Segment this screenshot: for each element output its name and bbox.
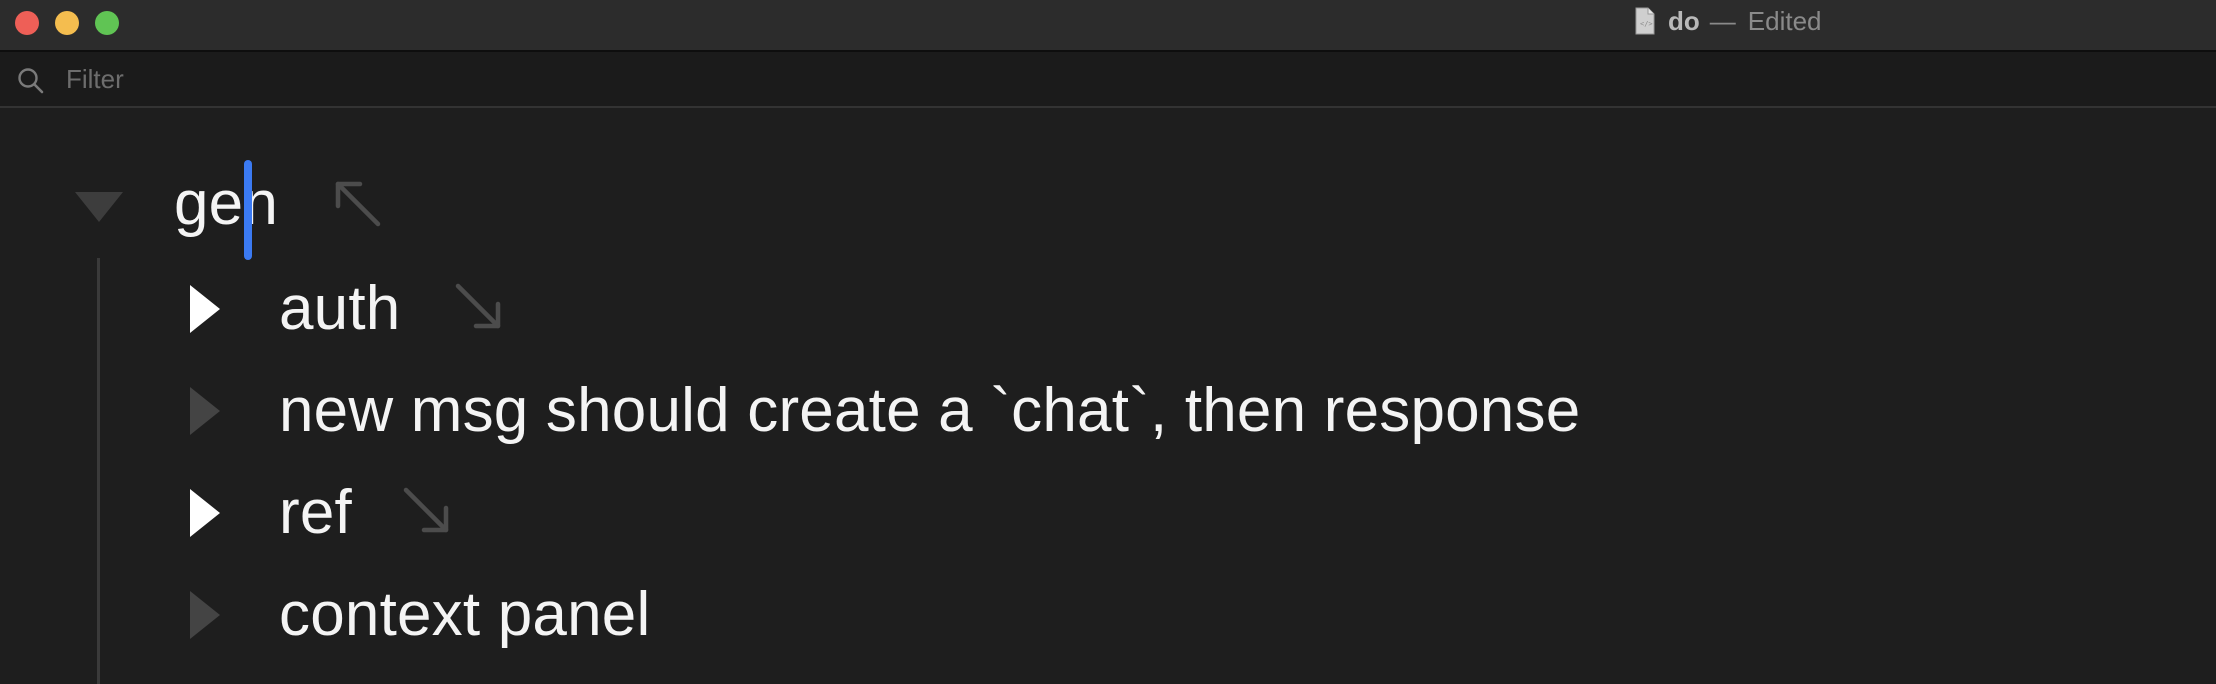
zoom-window-button[interactable]	[95, 11, 119, 35]
document-name: do	[1668, 5, 1700, 36]
svg-text:</>: </>	[1640, 20, 1653, 28]
text-caret	[244, 160, 252, 260]
row-label-gen[interactable]: gen	[174, 164, 278, 244]
filter-input[interactable]	[66, 60, 1566, 98]
search-icon	[18, 68, 44, 94]
outline-item-auth[interactable]: auth	[0, 266, 2216, 366]
edited-status: Edited	[1747, 5, 1822, 36]
expand-triangle-icon[interactable]	[190, 591, 220, 639]
window-title: </> do — Edited	[1634, 4, 1822, 38]
arrow-down-right-icon[interactable]	[400, 484, 454, 538]
row-label-auth[interactable]: auth	[279, 269, 400, 349]
row-label-ref[interactable]: ref	[279, 473, 352, 553]
row-label-context-panel[interactable]: context panel	[279, 575, 650, 655]
outline-item-new-msg[interactable]: new msg should create a `chat`, then res…	[0, 368, 2216, 468]
expand-triangle-icon[interactable]	[190, 285, 220, 333]
expand-triangle-icon[interactable]	[190, 489, 220, 537]
app-window: </> do — Edited gen auth	[0, 0, 2216, 684]
outline-item-ref[interactable]: ref	[0, 470, 2216, 570]
close-window-button[interactable]	[15, 11, 39, 35]
expand-triangle-icon[interactable]	[190, 387, 220, 435]
title-bar[interactable]: </> do — Edited	[0, 0, 2216, 52]
collapse-triangle-icon[interactable]	[75, 192, 123, 222]
arrow-up-left-icon[interactable]	[330, 176, 384, 230]
row-label-new-msg[interactable]: new msg should create a `chat`, then res…	[279, 371, 1580, 451]
arrow-down-right-icon[interactable]	[452, 280, 506, 334]
document-icon: </>	[1635, 7, 1655, 35]
outline-view: gen auth new msg should create a `chat`,…	[0, 108, 2216, 684]
title-separator: —	[1709, 5, 1736, 36]
outline-root-row[interactable]: gen	[0, 164, 2216, 264]
outline-item-context-panel[interactable]: context panel	[0, 572, 2216, 672]
filter-bar	[0, 52, 2216, 108]
minimize-window-button[interactable]	[55, 11, 79, 35]
